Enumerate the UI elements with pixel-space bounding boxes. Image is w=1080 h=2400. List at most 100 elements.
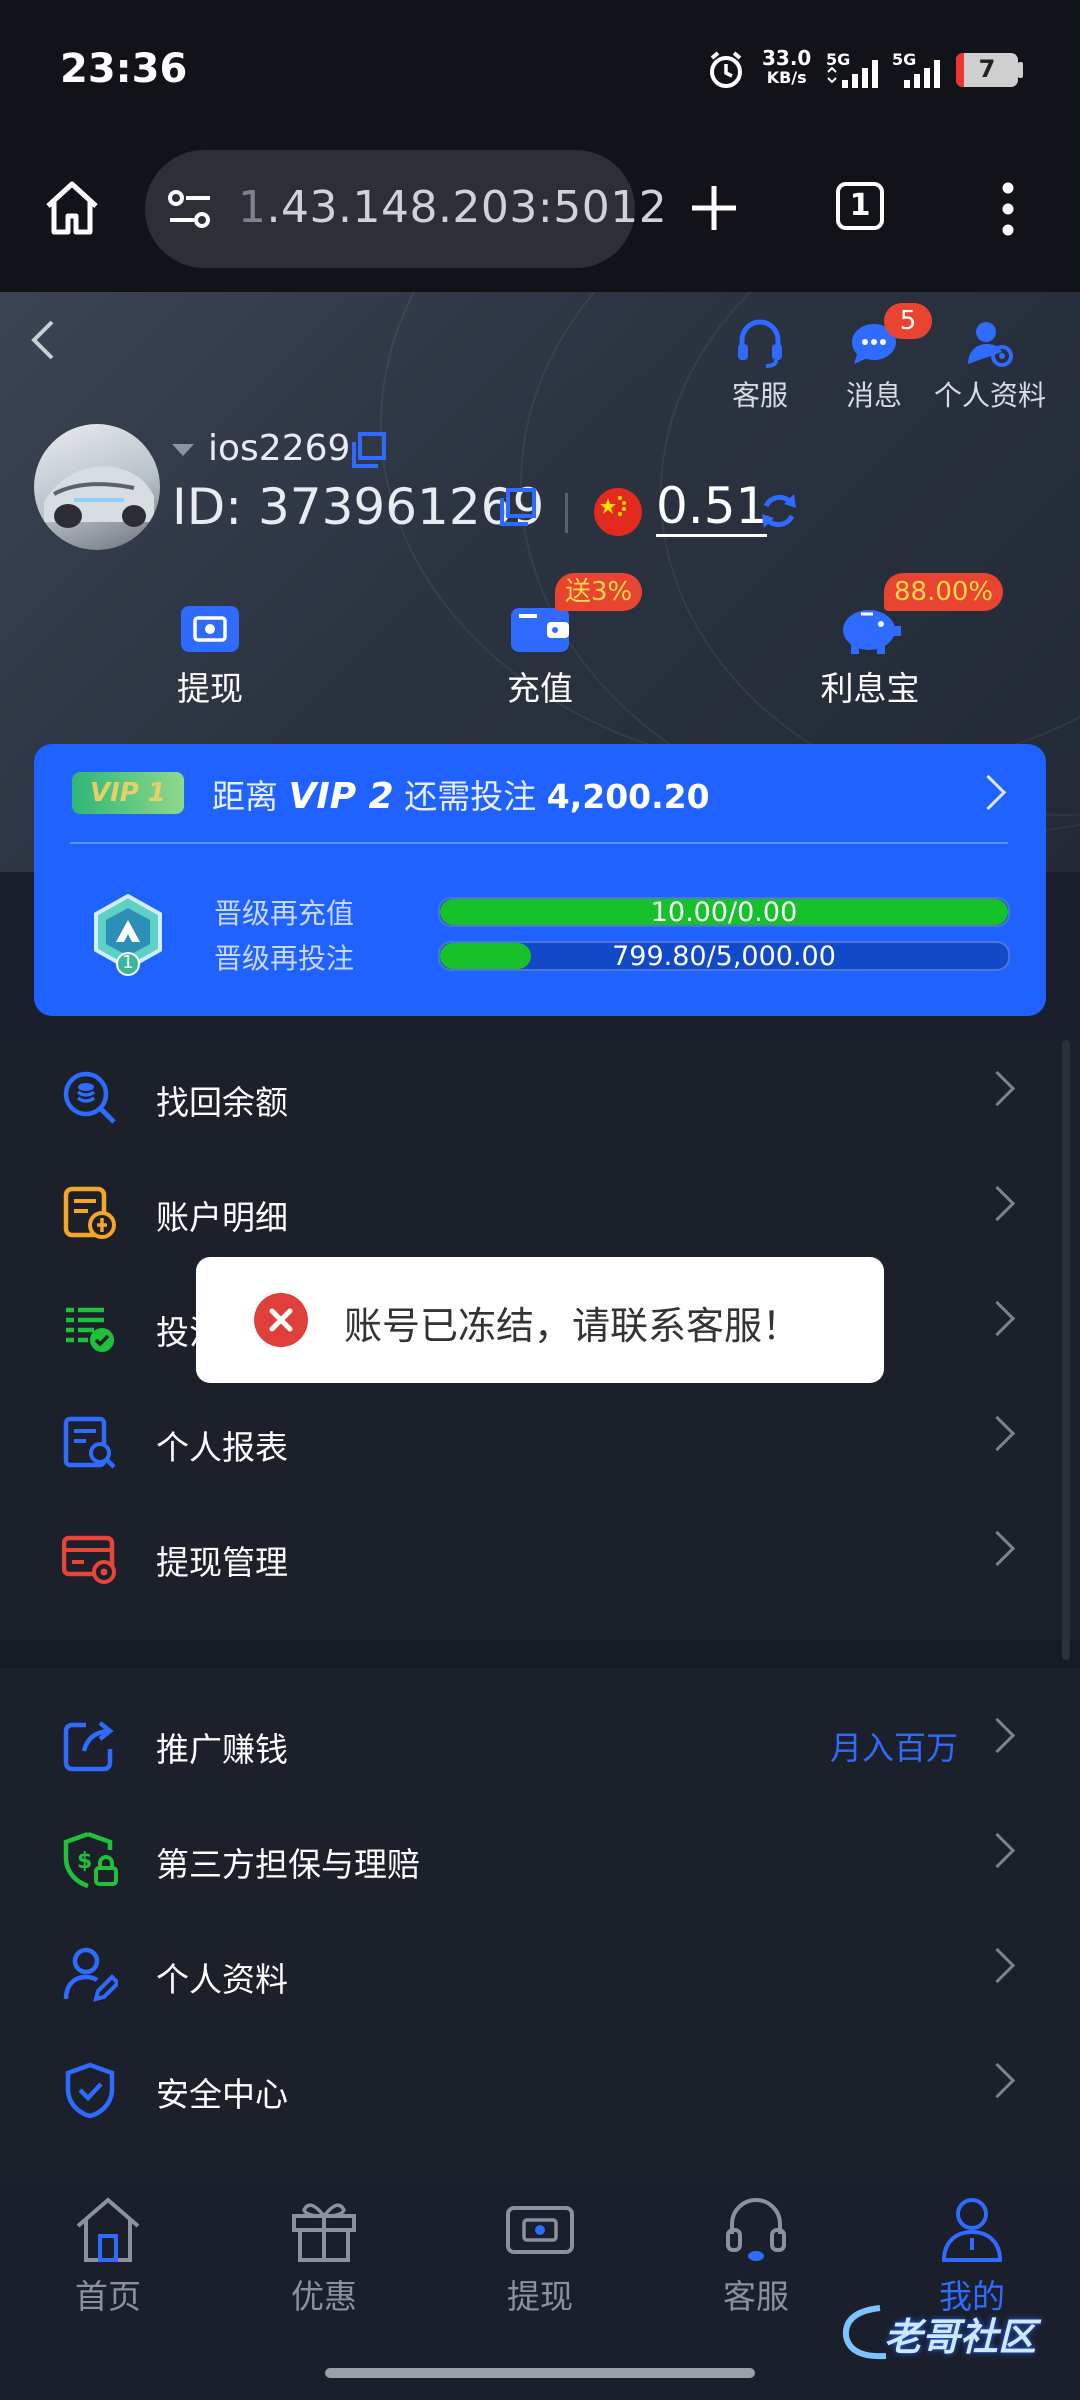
alarm-icon (706, 50, 746, 90)
avatar[interactable] (34, 424, 160, 550)
messages-label: 消息 (845, 379, 902, 412)
recharge-bonus-tag: 送3% (555, 573, 643, 611)
nav-label: 优惠 (291, 2277, 357, 2316)
error-toast: 账号已冻结，请联系客服！ (196, 1257, 884, 1383)
menu-label: 安全中心 (156, 2075, 288, 2114)
chevron-right-icon (979, 2062, 1016, 2099)
shield-dollar-icon: $ (62, 1831, 118, 1889)
copy-id-icon[interactable] (498, 488, 536, 530)
withdraw-manage-icon (61, 1530, 118, 1586)
recharge-upgrade-label: 晋级再充值 (214, 897, 355, 930)
menu-label: 推广赚钱 (156, 1730, 288, 1769)
nav-label: 客服 (723, 2277, 789, 2316)
interest-treasure-action[interactable]: 利息宝 (810, 602, 930, 712)
signal-icon (826, 58, 882, 94)
shield-check-icon (62, 2062, 118, 2119)
vip-upgrade-text: 距离 VIP 2 还需投注 4,200.20 (212, 776, 710, 817)
menu-label: 提现管理 (156, 1543, 288, 1582)
balance-value: 0.51 (656, 477, 768, 537)
nav-label: 提现 (507, 2277, 573, 2316)
interest-rate-tag: 88.00% (884, 573, 1004, 611)
account-detail-icon (62, 1185, 118, 1241)
withdraw-icon (181, 606, 239, 652)
interest-treasure-label: 利息宝 (820, 669, 920, 708)
message-count-badge: 5 (884, 303, 932, 339)
user-settings-icon (968, 322, 1013, 367)
nav-withdraw[interactable]: 提现 (460, 2178, 620, 2348)
chevron-right-icon (979, 1717, 1016, 1754)
menu-item-account-detail[interactable]: 账户明细 (0, 1155, 1080, 1270)
svg-text:$: $ (77, 1849, 92, 1874)
vip-shield-icon: 1 (92, 893, 164, 982)
recharge-progress-text: 10.00/0.00 (650, 897, 798, 927)
nav-promotions[interactable]: 优惠 (244, 2178, 404, 2348)
bet-progress-text: 799.80/5,000.00 (612, 941, 836, 971)
chevron-right-icon (979, 1530, 1016, 1567)
network-speed: 33.0 KB/s (762, 46, 812, 87)
nav-home[interactable]: 首页 (28, 2178, 188, 2348)
profile-label: 个人资料 (933, 379, 1046, 412)
recharge-action[interactable]: 充值 (480, 602, 600, 712)
url-text[interactable]: 1.43.148.203:5012 (238, 182, 667, 233)
menu-item-recover-balance[interactable]: 找回余额 (0, 1040, 1080, 1155)
menu-item-personal-report[interactable]: 个人报表 (0, 1385, 1080, 1500)
toast-message: 账号已冻结，请联系客服！ (344, 1304, 801, 1348)
chevron-right-icon (979, 1947, 1016, 1984)
tab-count: 1 (849, 188, 871, 223)
refresh-balance-icon[interactable] (758, 490, 800, 536)
cash-icon (506, 2206, 574, 2254)
menu-label: 找回余额 (156, 1083, 288, 1122)
menu-item-profile[interactable]: 个人资料 (0, 1917, 1080, 2032)
home-icon (76, 2197, 140, 2262)
menu-label: 账户明细 (156, 1198, 288, 1237)
site-settings-icon[interactable] (166, 188, 214, 236)
header-customer-service[interactable]: 客服 (720, 318, 800, 418)
header-profile[interactable]: 个人资料 (930, 318, 1050, 418)
menu-item-security[interactable]: 安全中心 (0, 2032, 1080, 2147)
vip-level-badge: VIP 1 (72, 772, 184, 814)
headset-icon (726, 2198, 786, 2261)
withdraw-label: 提现 (177, 669, 243, 708)
customer-service-label: 客服 (731, 379, 788, 412)
chevron-right-icon (979, 1415, 1016, 1452)
error-icon (254, 1293, 308, 1347)
chevron-right-icon (979, 1070, 1016, 1107)
signal-icon (900, 58, 946, 94)
user-id: ID: 373961269 (172, 478, 545, 536)
user-icon (941, 2198, 1003, 2262)
user-edit-icon (62, 1947, 121, 2003)
copy-username-icon[interactable] (350, 432, 386, 472)
nav-customer-service[interactable]: 客服 (676, 2178, 836, 2348)
status-time: 23:36 (60, 46, 188, 92)
back-icon[interactable] (28, 318, 58, 366)
new-tab-icon[interactable] (688, 182, 740, 238)
menu-label: 个人报表 (156, 1428, 288, 1467)
gift-icon (292, 2203, 356, 2262)
chevron-right-icon (979, 1832, 1016, 1869)
menu-item-withdraw-manage[interactable]: 提现管理 (0, 1500, 1080, 1615)
headset-icon (738, 319, 782, 368)
withdraw-action[interactable]: 提现 (150, 602, 270, 712)
more-menu-icon[interactable] (996, 182, 1020, 240)
menu-label: 第三方担保与理赔 (156, 1845, 420, 1884)
search-coin-icon (62, 1070, 118, 1126)
menu-label: 个人资料 (156, 1960, 288, 1999)
home-icon[interactable] (42, 178, 102, 242)
chevron-right-icon (979, 1300, 1016, 1337)
share-icon (62, 1717, 118, 1773)
chevron-right-icon (979, 1185, 1016, 1222)
tab-switcher-button[interactable]: 1 (836, 182, 884, 230)
bet-record-icon (62, 1300, 118, 1356)
menu-item-guarantee[interactable]: $ 第三方担保与理赔 (0, 1802, 1080, 1917)
dropdown-caret-icon[interactable] (172, 444, 194, 456)
username: ios2269 (208, 428, 351, 469)
battery-icon: 7 (956, 53, 1018, 87)
china-flag-icon (594, 488, 642, 536)
promotion-hint: 月入百万 (830, 1729, 959, 1767)
recharge-label: 充值 (507, 669, 573, 708)
menu-item-promotion[interactable]: 推广赚钱 月入百万 (0, 1687, 1080, 1802)
bet-progress-bar: 799.80/5,000.00 (438, 941, 1010, 971)
bet-upgrade-label: 晋级再投注 (214, 942, 355, 975)
system-home-indicator[interactable] (325, 2368, 755, 2378)
nav-label: 首页 (75, 2277, 141, 2316)
